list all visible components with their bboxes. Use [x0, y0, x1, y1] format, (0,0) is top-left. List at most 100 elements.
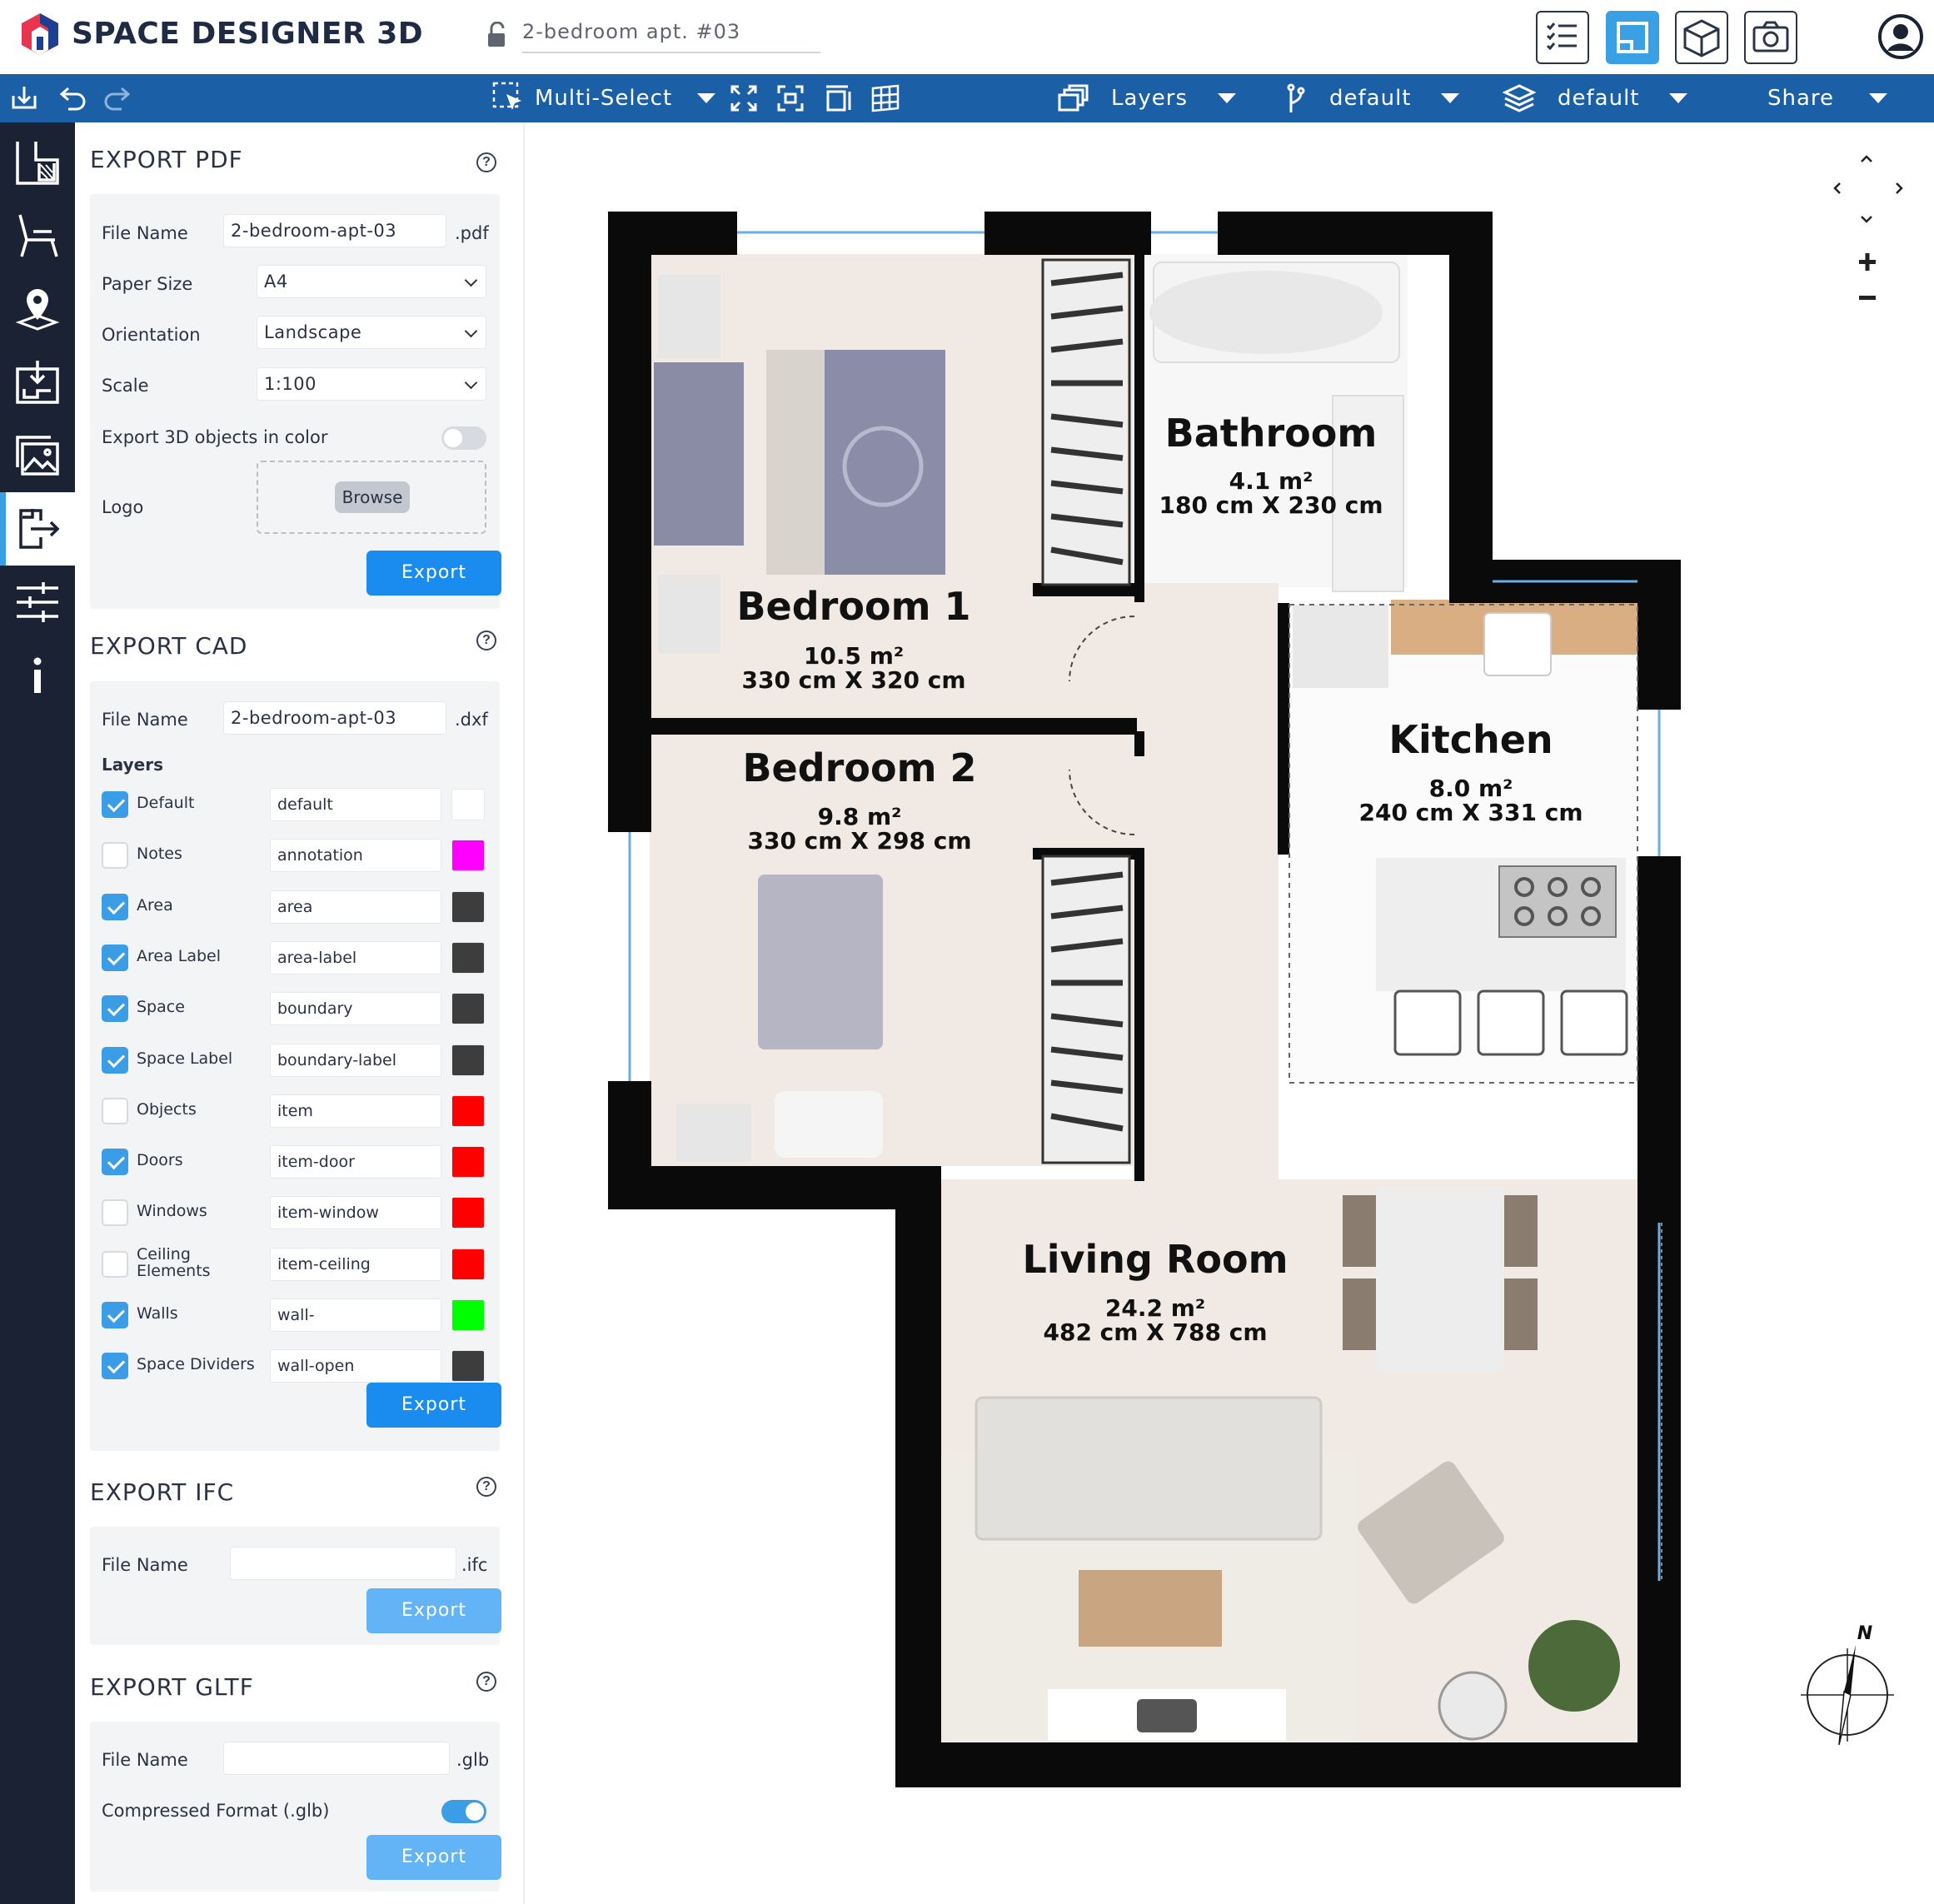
- layers-dropdown[interactable]: Layers: [1056, 74, 1237, 122]
- layer-code-input[interactable]: item-door: [270, 1145, 441, 1179]
- pan-right-icon: [1896, 182, 1903, 194]
- layer-color-swatch[interactable]: [451, 1197, 485, 1229]
- layer-code-input[interactable]: boundary-label: [270, 1043, 441, 1077]
- layer-code-input[interactable]: area: [270, 890, 441, 924]
- help-icon[interactable]: ?: [476, 1672, 496, 1692]
- layer-code-input[interactable]: item: [270, 1094, 441, 1128]
- zoom-selection-icon: [777, 85, 804, 112]
- export-ifc-card: File Name .ifc Export: [90, 1527, 501, 1645]
- redo-button[interactable]: [103, 74, 133, 122]
- layer-code-input[interactable]: boundary: [270, 992, 441, 1026]
- gltf-file-name-input[interactable]: [223, 1742, 450, 1775]
- map-pin-icon: [15, 289, 60, 331]
- help-icon[interactable]: ?: [476, 631, 496, 650]
- paper-size-label: Paper Size: [102, 274, 193, 294]
- layer-code-input[interactable]: wall-: [270, 1298, 441, 1332]
- plant: [1528, 1620, 1620, 1712]
- cad-layer-row: Windows item-window: [90, 1194, 500, 1231]
- rail-export[interactable]: [0, 492, 75, 566]
- export-ifc-button[interactable]: Export: [366, 1588, 501, 1633]
- layer-checkbox[interactable]: [102, 995, 128, 1023]
- help-icon[interactable]: ?: [476, 1477, 496, 1497]
- pdf-file-name-input[interactable]: 2-bedroom-apt-03: [223, 214, 446, 247]
- orientation-select[interactable]: Landscape: [257, 316, 486, 349]
- checklist-view-button[interactable]: [1536, 11, 1589, 64]
- cad-file-name-input[interactable]: 2-bedroom-apt-03: [223, 701, 446, 735]
- layer-checkbox[interactable]: [102, 1302, 128, 1328]
- fit-view-button[interactable]: [730, 74, 758, 122]
- main-toolbar: Multi-Select Layers default default Shar…: [0, 74, 1934, 122]
- layer-color-swatch[interactable]: [451, 1248, 485, 1280]
- multi-select-dropdown[interactable]: Multi-Select: [491, 74, 716, 122]
- project-name-field[interactable]: 2-bedroom apt. #03: [522, 20, 820, 53]
- layer-checkbox[interactable]: [102, 1097, 128, 1124]
- layer-color-swatch[interactable]: [451, 1094, 485, 1127]
- grid-button[interactable]: [870, 74, 901, 122]
- layer-code-input[interactable]: area-label: [270, 940, 441, 974]
- layer-checkbox[interactable]: [102, 1250, 128, 1278]
- pan-controls[interactable]: [1833, 155, 1903, 223]
- layer-checkbox[interactable]: [102, 1046, 128, 1074]
- rail-floorplan[interactable]: [0, 126, 75, 199]
- layer-color-swatch[interactable]: [451, 1299, 485, 1331]
- help-icon[interactable]: ?: [476, 152, 496, 172]
- layer-code-input[interactable]: wall-open: [270, 1349, 441, 1383]
- undo-button[interactable]: [57, 74, 87, 122]
- layer-code-input[interactable]: item-ceiling: [270, 1247, 441, 1281]
- scale-select[interactable]: 1:100: [257, 367, 486, 401]
- export-cad-button[interactable]: Export: [366, 1383, 501, 1428]
- layer-code-input[interactable]: default: [270, 788, 441, 821]
- layer-color-swatch[interactable]: [451, 890, 485, 923]
- layer-color-swatch[interactable]: [451, 993, 485, 1025]
- layer-checkbox[interactable]: [102, 842, 128, 870]
- export-gltf-button[interactable]: Export: [366, 1835, 501, 1880]
- browse-button[interactable]: Browse: [335, 481, 410, 513]
- brand[interactable]: SPACE DESIGNER 3D: [20, 12, 423, 55]
- download-button[interactable]: [10, 74, 38, 122]
- rail-location[interactable]: [0, 272, 75, 346]
- layer-checkbox[interactable]: [102, 791, 128, 818]
- brand-name: SPACE DESIGNER 3D: [72, 16, 424, 51]
- layer-checkbox[interactable]: [102, 1149, 128, 1176]
- user-account-icon[interactable]: [1877, 13, 1924, 60]
- floorplan-drawing[interactable]: Bedroom 1 10.5 m² 330 cm X 320 cm Bathro…: [526, 122, 1934, 1904]
- lock-open-icon[interactable]: [486, 22, 508, 48]
- layer-color-swatch[interactable]: [451, 1044, 485, 1076]
- color-objects-toggle[interactable]: [441, 426, 486, 450]
- rail-info[interactable]: [0, 639, 75, 712]
- layer-color-swatch[interactable]: [451, 789, 485, 820]
- ifc-file-name-input[interactable]: [230, 1547, 456, 1580]
- import-plan-icon: [16, 361, 59, 404]
- share-dropdown[interactable]: Share: [1767, 74, 1888, 122]
- rail-settings[interactable]: [0, 566, 75, 639]
- layer-code-input[interactable]: item-window: [270, 1196, 441, 1230]
- layer-color-swatch[interactable]: [451, 840, 485, 872]
- compass[interactable]: N: [1801, 1623, 1894, 1746]
- rail-furniture[interactable]: [0, 199, 75, 272]
- measure-button[interactable]: [823, 74, 853, 122]
- layer-checkbox[interactable]: [102, 1199, 128, 1227]
- layer-checkbox[interactable]: [102, 1353, 128, 1380]
- zoom-selection-button[interactable]: [776, 74, 805, 122]
- level-dropdown[interactable]: default: [1284, 74, 1460, 122]
- zoom-out-button[interactable]: [1859, 296, 1876, 300]
- paper-size-select[interactable]: A4: [257, 265, 486, 298]
- logo-dropzone[interactable]: Browse: [257, 461, 486, 534]
- 3d-view-button[interactable]: [1675, 11, 1728, 64]
- render-photo-button[interactable]: [1744, 11, 1797, 64]
- layer-checkbox[interactable]: [102, 944, 128, 971]
- zoom-in-button[interactable]: [1859, 253, 1876, 271]
- rail-import[interactable]: [0, 346, 75, 419]
- rail-gallery[interactable]: [0, 419, 75, 492]
- layer-code-input[interactable]: annotation: [270, 839, 441, 873]
- layer-set-dropdown[interactable]: default: [1503, 74, 1688, 122]
- caret-down-icon: [1869, 93, 1888, 103]
- layer-color-swatch[interactable]: [451, 1350, 485, 1383]
- 2d-view-button[interactable]: [1606, 11, 1659, 64]
- floorplan-canvas[interactable]: Bedroom 1 10.5 m² 330 cm X 320 cm Bathro…: [526, 122, 1934, 1904]
- layer-checkbox[interactable]: [102, 893, 128, 920]
- layer-color-swatch[interactable]: [451, 1146, 485, 1179]
- layer-color-swatch[interactable]: [451, 941, 485, 974]
- export-pdf-button[interactable]: Export: [366, 551, 501, 596]
- compressed-format-toggle[interactable]: [441, 1800, 486, 1823]
